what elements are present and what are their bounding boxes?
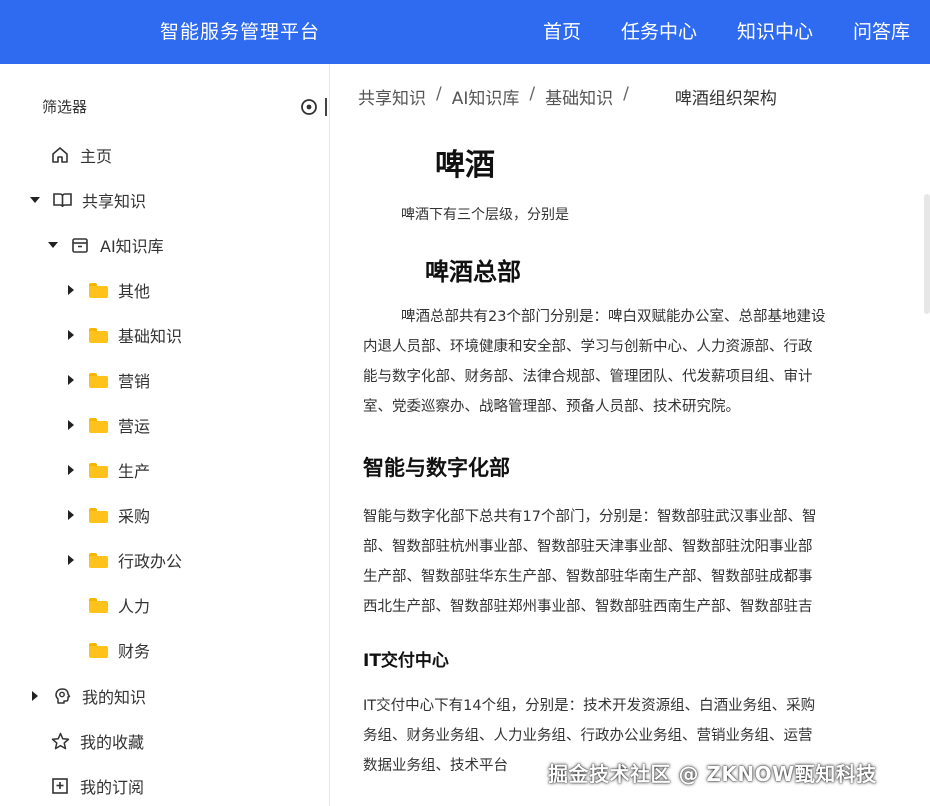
- sidebar-item-label: 我的收藏: [80, 733, 145, 752]
- sidebar-item-label: 营运: [118, 417, 151, 436]
- sidebar-item-admin-office[interactable]: 行政办公: [64, 542, 182, 578]
- paragraph-line: 西北生产部、智数部驻郑州事业部、智数部驻西南生产部、智数部驻吉: [363, 599, 813, 615]
- breadcrumb-shared-knowledge[interactable]: 共享知识: [358, 84, 426, 109]
- book-icon: [52, 190, 72, 210]
- sidebar-item-label: 我的订阅: [80, 778, 145, 797]
- sidebar-item-label: 生产: [118, 462, 151, 481]
- home-icon: [50, 145, 70, 165]
- sidebar-item-home[interactable]: 主页: [50, 137, 112, 173]
- caret-right-icon[interactable]: [28, 689, 42, 703]
- brain-icon: [52, 686, 72, 706]
- caret-right-icon[interactable]: [64, 373, 78, 387]
- article-intro: 啤酒下有三个层级，分别是: [401, 207, 569, 223]
- caret-right-icon[interactable]: [64, 463, 78, 477]
- nav-task-center[interactable]: 任务中心: [601, 0, 717, 64]
- subscribe-icon: [50, 776, 70, 796]
- sidebar-item-label: 行政办公: [118, 552, 183, 571]
- paragraph-line: 务组、财务业务组、人力业务组、行政办公业务组、营销业务组、运营: [363, 728, 813, 744]
- app-title: 智能服务管理平台: [160, 21, 321, 43]
- sidebar-item-hr[interactable]: 人力: [88, 587, 150, 623]
- sidebar-item-production[interactable]: 生产: [64, 452, 150, 488]
- nav-home[interactable]: 首页: [523, 0, 601, 64]
- paragraph-line: 室、党委巡察办、战略管理部、预备人员部、技术研究院。: [363, 399, 740, 415]
- star-icon: [50, 731, 70, 751]
- breadcrumb-current: 啤酒组织架构: [674, 89, 777, 109]
- section-heading-digital-dept: 智能与数字化部: [363, 456, 510, 480]
- sidebar-item-other[interactable]: 其他: [64, 272, 150, 308]
- main-content: 共享知识 / AI知识库 / 基础知识 / 啤酒组织架构 啤酒 啤酒下有三个层级…: [331, 64, 930, 806]
- content-scrollbar[interactable]: [924, 194, 930, 314]
- sidebar-item-label: 财务: [118, 642, 151, 661]
- section-body-beer-hq: 啤酒总部共有23个部门分别是：啤白双赋能办公室、总部基地建设 内退人员部、环境健…: [363, 302, 930, 422]
- sidebar-item-ai-knowledge-base[interactable]: AI知识库: [46, 227, 164, 263]
- caret-right-icon[interactable]: [64, 418, 78, 432]
- filter-label: 筛选器: [42, 98, 88, 116]
- sidebar-item-label: 我的知识: [82, 688, 147, 707]
- folder-icon: [88, 415, 108, 435]
- breadcrumb-separator: /: [436, 84, 442, 104]
- sidebar-item-marketing[interactable]: 营销: [64, 362, 150, 398]
- folder-icon: [88, 550, 108, 570]
- breadcrumb: 共享知识 / AI知识库 / 基础知识 / 啤酒组织架构: [358, 84, 777, 109]
- breadcrumb-separator: /: [529, 84, 536, 104]
- caret-right-icon[interactable]: [64, 508, 78, 522]
- top-nav: 首页 任务中心 知识中心 问答库: [523, 0, 930, 64]
- sidebar-item-label: 基础知识: [118, 327, 183, 346]
- folder-icon: [88, 595, 108, 615]
- sidebar-item-label: 人力: [118, 597, 151, 616]
- paragraph-line: 生产部、智数部驻华东生产部、智数部驻华南生产部、智数部驻成都事: [363, 569, 813, 585]
- sidebar-item-shared-knowledge[interactable]: 共享知识: [28, 182, 146, 218]
- caret-right-icon[interactable]: [64, 283, 78, 297]
- sidebar-item-label: AI知识库: [100, 237, 164, 256]
- caret-right-icon[interactable]: [64, 553, 78, 567]
- folder-icon: [88, 280, 108, 300]
- paragraph-line: 内退人员部、环境健康和安全部、学习与创新中心、人力资源部、行政: [363, 339, 813, 355]
- filter-row: 筛选器: [0, 88, 330, 124]
- sidebar: 筛选器 主页 共享知识 AI知识库 其他 基础知识 营销 营运 生产 采购 行政…: [0, 64, 330, 806]
- folder-icon: [88, 640, 108, 660]
- breadcrumb-ai-knowledge-base[interactable]: AI知识库: [452, 84, 520, 109]
- breadcrumb-basic-knowledge[interactable]: 基础知识: [545, 84, 613, 109]
- folder-icon: [88, 505, 108, 525]
- paragraph-line: 部、智数部驻杭州事业部、智数部驻天津事业部、智数部驻沈阳事业部: [363, 539, 813, 555]
- sidebar-item-label: 营销: [118, 372, 151, 391]
- paragraph-line: 智能与数字化部下总共有17个部门，分别是：智数部驻武汉事业部、智: [363, 509, 817, 525]
- folder-icon: [88, 370, 108, 390]
- article-title: 啤酒: [435, 148, 495, 183]
- nav-qa-library[interactable]: 问答库: [833, 0, 930, 64]
- sidebar-item-finance[interactable]: 财务: [88, 632, 150, 668]
- nav-knowledge-center[interactable]: 知识中心: [717, 0, 833, 64]
- sidebar-item-my-subscriptions[interactable]: 我的订阅: [50, 768, 144, 804]
- sidebar-resize-handle[interactable]: [325, 98, 327, 116]
- caret-down-icon[interactable]: [46, 238, 60, 252]
- paragraph-line: IT交付中心下有14个组，分别是：技术开发资源组、白酒业务组、采购: [363, 698, 816, 714]
- sidebar-item-label: 共享知识: [82, 192, 147, 211]
- section-heading-it-delivery: IT交付中心: [363, 651, 449, 671]
- folder-icon: [88, 325, 108, 345]
- archive-box-icon: [70, 235, 90, 255]
- caret-right-icon[interactable]: [64, 328, 78, 342]
- sidebar-item-basic-knowledge[interactable]: 基础知识: [64, 317, 182, 353]
- section-heading-beer-hq: 啤酒总部: [425, 258, 521, 286]
- paragraph-line: 啤酒总部共有23个部门分别是：啤白双赋能办公室、总部基地建设: [401, 309, 826, 325]
- sidebar-item-procurement[interactable]: 采购: [64, 497, 150, 533]
- sidebar-item-my-favorites[interactable]: 我的收藏: [50, 723, 144, 759]
- sidebar-item-label: 采购: [118, 507, 151, 526]
- top-bar: 智能服务管理平台 首页 任务中心 知识中心 问答库: [0, 0, 930, 64]
- folder-icon: [88, 460, 108, 480]
- sidebar-item-my-knowledge[interactable]: 我的知识: [28, 678, 146, 714]
- paragraph-line: 能与数字化部、财务部、法律合规部、管理团队、代发薪项目组、审计: [363, 369, 813, 385]
- watermark: 掘金技术社区 @ ZKNOW甄知科技: [548, 762, 877, 786]
- filter-settings-icon[interactable]: [300, 98, 318, 116]
- sidebar-item-operations[interactable]: 营运: [64, 407, 150, 443]
- sidebar-item-label: 主页: [80, 147, 113, 166]
- caret-down-icon[interactable]: [28, 193, 42, 207]
- section-body-digital-dept: 智能与数字化部下总共有17个部门，分别是：智数部驻武汉事业部、智 部、智数部驻杭…: [363, 502, 930, 622]
- breadcrumb-separator: /: [623, 84, 629, 104]
- sidebar-item-label: 其他: [118, 282, 151, 301]
